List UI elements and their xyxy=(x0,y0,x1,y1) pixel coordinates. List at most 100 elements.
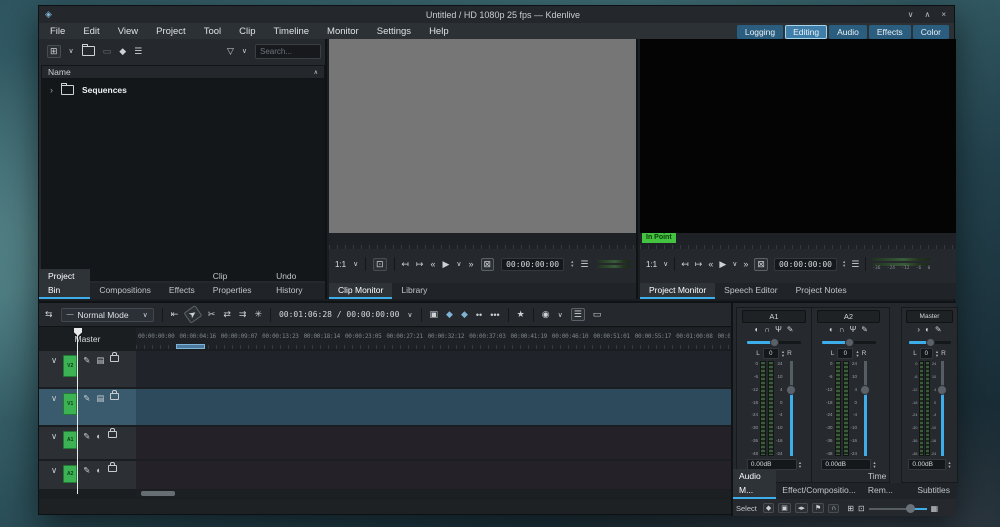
show-master-effects-button[interactable]: ▭ xyxy=(593,309,602,320)
show-thumbnails-button[interactable]: ▣ xyxy=(430,309,439,320)
dots-icon[interactable]: •• xyxy=(476,310,482,320)
track-badge[interactable]: A2 xyxy=(63,465,77,483)
timecode-spinner[interactable]: ▴▾ xyxy=(571,260,573,268)
titlebar[interactable]: ◈ Untitled / HD 1080p 25 fps — Kdenlive … xyxy=(39,6,954,23)
clip-monitor-ruler[interactable] xyxy=(329,233,636,249)
bin-menu-button[interactable]: ☰ xyxy=(134,46,142,57)
monitor-timecode[interactable]: 00:00:00:00 xyxy=(501,258,564,271)
fast-forward-button[interactable]: » xyxy=(469,259,474,269)
tab-project-monitor[interactable]: Project Monitor xyxy=(640,283,715,299)
add-clip-button[interactable]: ⊞ xyxy=(47,45,61,58)
go-to-zone-in-button[interactable]: ↤ xyxy=(401,259,409,270)
pan-slider[interactable] xyxy=(909,337,951,347)
clip-monitor-viewport[interactable] xyxy=(329,39,636,233)
play-dropdown-icon[interactable]: ∨ xyxy=(456,260,461,268)
spin-down-icon[interactable]: ▾ xyxy=(799,465,801,469)
show-mixer-button[interactable]: ☰ xyxy=(571,308,585,321)
tab-subtitles[interactable]: Subtitles xyxy=(911,483,956,499)
balance-value[interactable]: 0 xyxy=(763,348,779,359)
timeline-timecode[interactable]: 00:01:06:28 / 00:00:00:00 xyxy=(279,310,399,319)
spin-down-icon[interactable]: ▾ xyxy=(856,354,858,358)
create-folder-button[interactable] xyxy=(82,46,95,56)
spin-down-icon[interactable]: ▾ xyxy=(873,465,875,469)
rewind-button[interactable]: « xyxy=(430,259,435,269)
tab-undo-history[interactable]: Undo History xyxy=(267,269,325,299)
tab-effect-compositions[interactable]: Effect/Compositio... xyxy=(776,483,862,499)
pan-slider[interactable] xyxy=(822,337,876,347)
monitor-timecode[interactable]: 00:00:00:00 xyxy=(774,258,837,271)
pan-slider[interactable] xyxy=(747,337,801,347)
collapse-track-icon[interactable]: ∨ xyxy=(51,393,57,403)
track-badge[interactable]: V2 xyxy=(63,355,77,377)
monitor-mic-button[interactable]: Ψ xyxy=(850,325,857,334)
menu-item[interactable]: Edit xyxy=(74,26,108,37)
collapse-track-icon[interactable]: ∨ xyxy=(51,431,57,441)
spacer-tool-button[interactable]: ⇤ xyxy=(171,309,179,320)
menu-item[interactable]: Timeline xyxy=(265,26,319,37)
edit-track-icon[interactable]: ✎ xyxy=(83,355,90,365)
workspace-editing[interactable]: Editing xyxy=(785,25,827,39)
lock-track-icon[interactable] xyxy=(108,465,117,472)
insert-zone-button[interactable]: ⊡ xyxy=(373,258,387,271)
audio-track-icon[interactable]: ◐ xyxy=(96,431,101,441)
rewind-button[interactable]: « xyxy=(708,259,713,269)
spin-down-icon[interactable]: ▾ xyxy=(843,264,845,268)
marker-flag-button[interactable]: ⚑ xyxy=(812,503,824,513)
tag-icon[interactable]: ◆ xyxy=(119,46,126,57)
spin-down-icon[interactable]: ▾ xyxy=(936,354,938,358)
timecode-spinner[interactable]: ▴▾ xyxy=(843,260,845,268)
tab-project-bin[interactable]: Project Bin xyxy=(39,269,90,299)
multicam-tool-button[interactable]: ✳ xyxy=(254,309,262,320)
zone-mode-button[interactable]: ⊠ xyxy=(754,258,768,271)
balance-value[interactable]: 0 xyxy=(837,348,853,359)
monitor-menu-button[interactable]: ☰ xyxy=(851,259,859,270)
ripple-tool-button[interactable]: ⇉ xyxy=(239,309,247,320)
timeline-ruler[interactable]: 00:00:00:0000:00:04:1600:00:09:0700:00:1… xyxy=(136,328,731,349)
solo-button[interactable]: ∩ xyxy=(764,325,770,334)
track-badge[interactable]: V1 xyxy=(63,393,77,415)
mute-button[interactable]: ◐ xyxy=(829,325,834,334)
edit-button[interactable]: ✎ xyxy=(935,325,942,334)
record-arm-button[interactable]: ✎ xyxy=(861,325,868,334)
volume-fader[interactable] xyxy=(785,361,797,456)
mix-clips-button[interactable]: ⊞ xyxy=(847,504,854,513)
audio-track-icon[interactable]: ◐ xyxy=(96,465,101,475)
channel-name[interactable]: A2 xyxy=(817,310,881,323)
workspace-effects[interactable]: Effects xyxy=(869,25,911,39)
lock-track-icon[interactable] xyxy=(110,355,119,362)
track-lane-v1[interactable] xyxy=(136,389,731,425)
zoom-slider-handle[interactable] xyxy=(906,504,915,513)
zone-mode-button[interactable]: ⊠ xyxy=(481,258,495,271)
record-arm-button[interactable]: ✎ xyxy=(787,325,794,334)
play-dropdown-icon[interactable]: ∨ xyxy=(732,260,737,268)
dots-icon[interactable]: ••• xyxy=(490,310,499,320)
search-input[interactable] xyxy=(255,44,321,59)
track-lane-v2[interactable] xyxy=(136,351,731,387)
slip-tool-button[interactable]: ⇄ xyxy=(223,309,231,320)
tab-effects[interactable]: Effects xyxy=(160,283,204,299)
menu-item[interactable]: Help xyxy=(420,26,458,37)
expand-arrow-icon[interactable]: › xyxy=(50,85,53,95)
go-to-zone-out-button[interactable]: ↦ xyxy=(416,259,424,270)
favorite-effects-button[interactable]: ★ xyxy=(517,309,525,320)
selection-tool-button[interactable]: ➤ xyxy=(184,305,203,323)
track-header-a2[interactable]: ∨ A2 ✎ ◐ xyxy=(39,461,136,489)
mute-button[interactable]: ◐ xyxy=(925,325,930,334)
tab-time-remap[interactable]: Time Rem... xyxy=(862,469,912,499)
fit-zoom-button[interactable]: ▦ xyxy=(931,504,939,513)
volume-spinner[interactable]: ▴▾ xyxy=(948,461,950,469)
timecode-dropdown-icon[interactable]: ∨ xyxy=(407,311,412,319)
menu-item[interactable]: Tool xyxy=(195,26,230,37)
maximize-window-button[interactable]: ∧ xyxy=(924,10,930,19)
play-button[interactable]: ▶ xyxy=(442,259,449,270)
project-monitor-viewport[interactable] xyxy=(640,39,956,233)
video-track-icon[interactable]: ▤ xyxy=(96,393,104,403)
monitor-menu-button[interactable]: ☰ xyxy=(580,259,588,270)
menu-item[interactable]: Monitor xyxy=(318,26,368,37)
volume-spinner[interactable]: ▴▾ xyxy=(799,461,801,469)
channel-name[interactable]: Master xyxy=(906,310,953,323)
video-thumbnails-button[interactable]: ▣ xyxy=(778,503,791,513)
menu-item[interactable]: View xyxy=(109,26,147,37)
menu-item[interactable]: Settings xyxy=(368,26,420,37)
edit-mode-select[interactable]: — Normal Mode ∨ xyxy=(61,308,154,322)
